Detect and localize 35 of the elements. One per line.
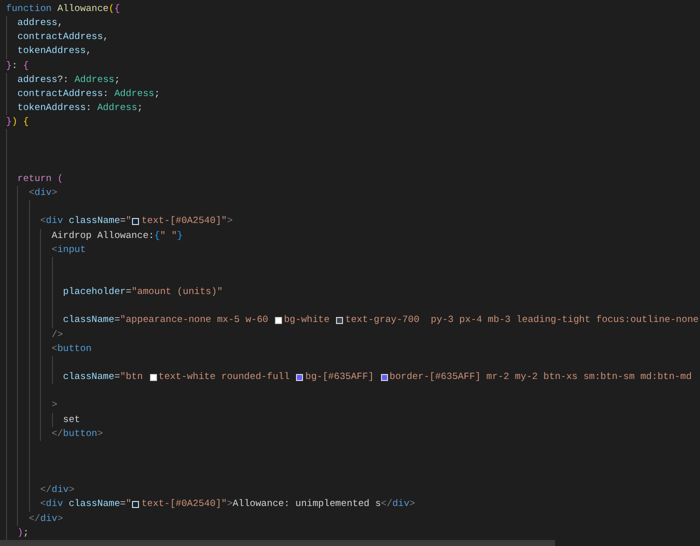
code-text: </div>	[40, 483, 74, 498]
code-text: bg-white	[284, 313, 331, 328]
code-text: address?: Address;	[17, 72, 120, 87]
code-text: />	[52, 328, 64, 342]
code-text: </div>	[28, 512, 64, 526]
code-text: text-gray-700 py-3 px-4 mb-3 leading-tight focus:outline-none	[345, 313, 699, 328]
code-text: Airdrop Allowance:{" "}	[52, 228, 183, 242]
code-text: text-white rounded-full	[158, 370, 291, 384]
horizontal-scrollbar[interactable]	[0, 540, 555, 546]
code-text: <div className="	[40, 497, 132, 512]
code-text: <button	[52, 342, 92, 356]
code-text: placeholder="amount (units)"	[63, 285, 223, 300]
code-text: >	[52, 398, 58, 412]
code-text: tokenAddress,	[17, 44, 92, 58]
code-text: <div className="	[40, 214, 132, 228]
code-text: border-[#635AFF] mr-2 my-2 btn-xs sm:btn-sm md:btn-md	[390, 370, 692, 384]
code-text: );	[17, 526, 29, 540]
code-text: </button>	[52, 426, 103, 441]
code-text: function Allowance({	[6, 2, 120, 16]
code-text: <input	[52, 242, 86, 257]
code-text: text-[#0A2540]">Allowance: unimplemented s</div>	[141, 497, 416, 512]
code-text: address,	[17, 16, 64, 30]
code-text: className="btn	[63, 370, 144, 384]
code-text: return (	[17, 172, 64, 186]
code-text: }) {	[6, 115, 29, 130]
indent-guide	[52, 412, 53, 427]
code-text: contractAddress: Address;	[17, 86, 160, 101]
code-text: contractAddress,	[17, 30, 109, 44]
code-text: tokenAddress: Address;	[17, 101, 143, 116]
code-text: className="appearance-none mx-5 w-60	[63, 313, 270, 328]
code-text: set	[63, 412, 80, 427]
code-text: <div>	[28, 186, 58, 200]
code-text: bg-[#635AFF]	[305, 370, 375, 384]
code-text: text-[#0A2540]">	[141, 214, 233, 228]
code-text: }: {	[6, 58, 29, 73]
